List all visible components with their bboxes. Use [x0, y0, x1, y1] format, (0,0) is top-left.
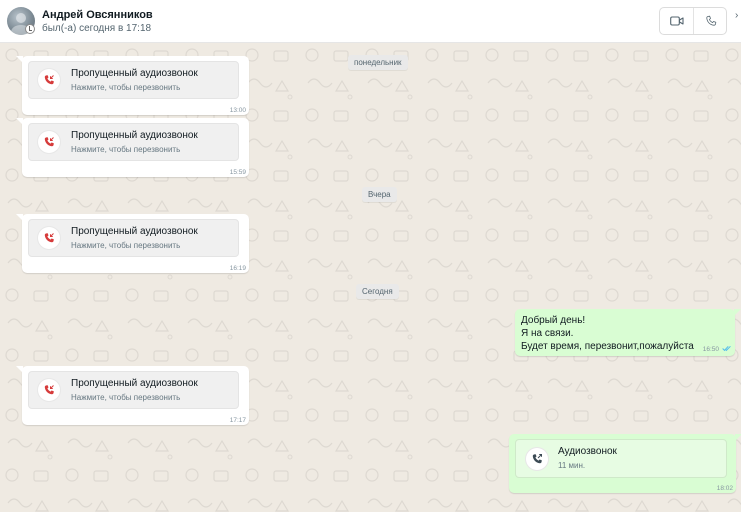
outgoing-call-icon	[526, 448, 548, 470]
bubble-tail	[734, 309, 741, 316]
call-buttons-group	[659, 7, 727, 35]
missed-call-message: Пропущенный аудиозвонок Нажмите, чтобы п…	[16, 118, 249, 177]
status-ring-icon	[25, 24, 35, 34]
missed-call-callback-card[interactable]: Пропущенный аудиозвонок Нажмите, чтобы п…	[28, 219, 239, 257]
audio-call-icon	[705, 15, 716, 26]
missed-call-subtitle: Нажмите, чтобы перезвонить	[71, 241, 181, 250]
bubble-tail	[735, 434, 741, 441]
missed-call-icon	[38, 69, 60, 91]
missed-call-message: Пропущенный аудиозвонок Нажмите, чтобы п…	[16, 56, 249, 115]
message-time: 16:50	[702, 346, 719, 353]
missed-call-title: Пропущенный аудиозвонок	[71, 68, 198, 79]
missed-call-message: Пропущенный аудиозвонок Нажмите, чтобы п…	[16, 214, 249, 273]
date-separator-yesterday: Вчера	[362, 187, 397, 202]
message-line: Я на связи.	[521, 328, 574, 339]
bubble-tail	[16, 214, 23, 221]
last-seen-status: был(-а) сегодня в 17:18	[42, 23, 152, 34]
message-time: 18:02	[716, 485, 733, 492]
message-time: 16:19	[229, 265, 246, 272]
audio-call-button[interactable]	[694, 8, 727, 34]
outgoing-call-card[interactable]: Аудиозвонок 11 мин.	[515, 439, 727, 478]
chat-header: Андрей Овсянников был(-а) сегодня в 17:1…	[0, 0, 741, 43]
message-time: 13:00	[229, 107, 246, 114]
bubble-tail	[16, 118, 23, 125]
missed-call-callback-card[interactable]: Пропущенный аудиозвонок Нажмите, чтобы п…	[28, 371, 239, 409]
missed-call-subtitle: Нажмите, чтобы перезвонить	[71, 393, 181, 402]
missed-call-icon	[38, 131, 60, 153]
bubble-tail	[16, 366, 23, 373]
date-separator-monday: понедельник	[348, 55, 408, 70]
date-separator-today: Сегодня	[356, 284, 399, 299]
video-call-button[interactable]	[660, 8, 694, 34]
outgoing-text-message[interactable]: Добрый день! Я на связи. Будет время, пе…	[515, 309, 741, 356]
bubble-tail	[16, 56, 23, 63]
call-duration: 11 мин.	[558, 461, 586, 470]
message-line: Будет время, перезвонит,пожалуйста	[521, 341, 694, 352]
missed-call-subtitle: Нажмите, чтобы перезвонить	[71, 145, 181, 154]
missed-call-callback-card[interactable]: Пропущенный аудиозвонок Нажмите, чтобы п…	[28, 61, 239, 99]
call-title: Аудиозвонок	[558, 446, 617, 457]
outgoing-call-message: Аудиозвонок 11 мин. 18:02	[509, 434, 741, 493]
missed-call-icon	[38, 379, 60, 401]
missed-call-message: Пропущенный аудиозвонок Нажмите, чтобы п…	[16, 366, 249, 425]
contact-name[interactable]: Андрей Овсянников	[42, 9, 153, 21]
more-menu-chevron-icon[interactable]: ›	[735, 10, 738, 21]
message-line: Добрый день!	[521, 315, 586, 326]
message-time: 17:17	[229, 417, 246, 424]
missed-call-title: Пропущенный аудиозвонок	[71, 130, 198, 141]
missed-call-callback-card[interactable]: Пропущенный аудиозвонок Нажмите, чтобы п…	[28, 123, 239, 161]
double-check-icon	[722, 345, 731, 352]
missed-call-icon	[38, 227, 60, 249]
message-time: 15:59	[229, 169, 246, 176]
chat-messages-area[interactable]: понедельник Пропущенный аудиозвонок Нажм…	[0, 43, 741, 512]
missed-call-title: Пропущенный аудиозвонок	[71, 378, 198, 389]
video-call-icon	[669, 16, 684, 26]
missed-call-title: Пропущенный аудиозвонок	[71, 226, 198, 237]
missed-call-subtitle: Нажмите, чтобы перезвонить	[71, 83, 181, 92]
